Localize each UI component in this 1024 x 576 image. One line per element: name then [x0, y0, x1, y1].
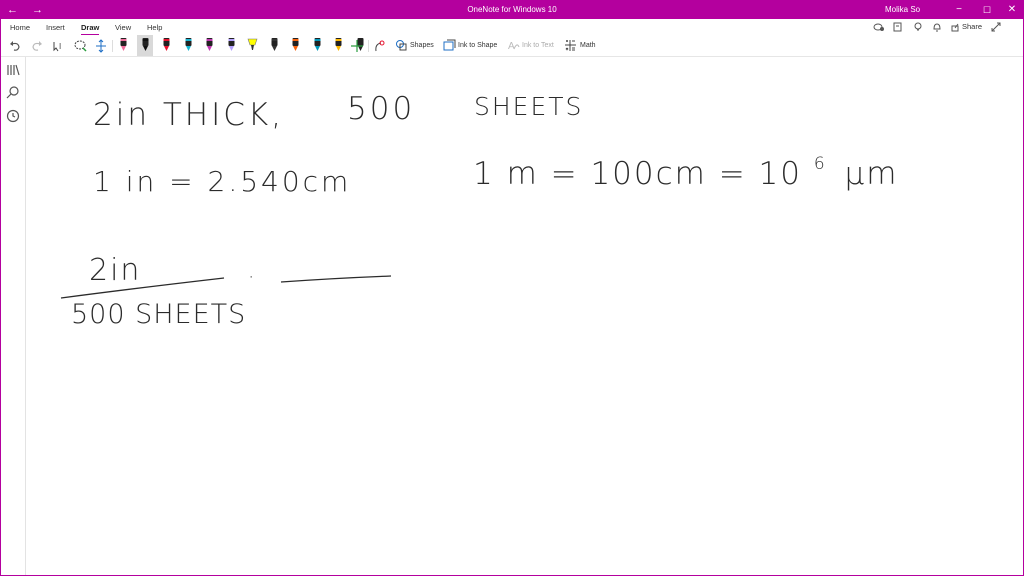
share-icon[interactable] — [951, 23, 960, 32]
eraser-pen-tool[interactable] — [115, 35, 131, 56]
ink-line1-left[interactable]: 2in THICK, — [93, 97, 284, 133]
tab-draw[interactable]: Draw — [81, 23, 99, 32]
redo-icon[interactable] — [31, 40, 43, 56]
cyan-pen-tool[interactable] — [180, 35, 196, 56]
shapes-button[interactable]: Shapes — [410, 38, 434, 54]
draw-ribbon: I Shapes Ink to Shape A Ink to Text — [1, 35, 1023, 57]
pen-icon — [333, 37, 344, 54]
shapes-icon[interactable] — [395, 39, 408, 55]
tab-insert[interactable]: Insert — [46, 23, 65, 32]
pen-icon — [118, 37, 129, 54]
navigation-rail — [1, 57, 26, 575]
pen-icon — [204, 37, 215, 54]
sync-status-icon[interactable] — [873, 22, 885, 32]
bell-icon[interactable] — [932, 22, 942, 32]
tab-view[interactable]: View — [115, 23, 131, 32]
lavender-pen-tool[interactable] — [223, 35, 239, 56]
ink-to-text-icon[interactable]: A — [507, 39, 520, 55]
red-pen-tool[interactable] — [158, 35, 174, 56]
add-pen-icon[interactable] — [350, 39, 364, 55]
pen-icon — [247, 37, 258, 54]
fullscreen-icon[interactable] — [991, 22, 1001, 32]
math-button[interactable]: Math — [580, 38, 596, 54]
ink-line2-left[interactable]: 1 in = 2.540cm — [93, 165, 351, 198]
undo-icon[interactable] — [9, 40, 21, 56]
menu-tabs: Home Insert Draw View Help — [1, 19, 1023, 35]
page-view-icon[interactable] — [893, 22, 903, 32]
lightbulb-icon[interactable] — [913, 22, 923, 32]
ink-line2-exponent: 6 — [814, 154, 827, 174]
pen-icon — [140, 37, 151, 54]
ink-dot[interactable]: · — [248, 265, 254, 289]
svg-text:A: A — [508, 41, 515, 52]
lasso-select-icon[interactable] — [74, 39, 88, 55]
pen-icon — [290, 37, 301, 54]
ink-layer[interactable]: 2in THICK, 500 SHEETS 1 in = 2.540cm 1 m… — [27, 58, 1023, 575]
maximize-button[interactable]: ☐ — [980, 3, 994, 17]
ribbon-separator — [112, 40, 113, 52]
pen-icon — [161, 37, 172, 54]
black-pen-tool[interactable] — [137, 35, 153, 56]
share-button[interactable]: Share — [962, 22, 982, 31]
user-name[interactable]: Molika So — [885, 5, 920, 14]
ink-fraction-numerator[interactable]: 2in — [89, 253, 141, 288]
pen-icon — [269, 37, 280, 54]
pen-icon — [312, 37, 323, 54]
ink-line2-right[interactable]: 1 m = 100cm = 10 6 μm — [473, 141, 898, 192]
title-bar: ← → OneNote for Windows 10 Molika So − ☐… — [1, 1, 1023, 19]
onenote-window: ← → OneNote for Windows 10 Molika So − ☐… — [0, 0, 1024, 576]
ink-blank-fraction-bar[interactable] — [281, 276, 391, 282]
minimize-button[interactable]: − — [952, 3, 966, 17]
ink-to-text-button[interactable]: Ink to Text — [522, 38, 554, 54]
magenta-pen-tool[interactable] — [201, 35, 217, 56]
ink-line2-right-a: 1 m = 100cm = 10 — [473, 156, 802, 192]
galaxy-pen-tool[interactable] — [266, 35, 282, 56]
ink-line1-right[interactable]: SHEETS — [474, 92, 583, 121]
tab-help[interactable]: Help — [147, 23, 162, 32]
search-icon[interactable] — [6, 86, 20, 100]
type-select-icon[interactable]: I — [52, 40, 66, 56]
add-space-icon[interactable] — [95, 39, 107, 55]
ruler-pen-icon[interactable] — [373, 39, 387, 55]
gold-pen-tool[interactable] — [330, 35, 346, 56]
ink-line2-right-b: μm — [845, 156, 899, 192]
tab-home[interactable]: Home — [10, 23, 30, 32]
ink-line1-mid[interactable]: 500 — [347, 91, 415, 127]
notebooks-icon[interactable] — [6, 63, 20, 77]
recent-notes-icon[interactable] — [6, 109, 20, 123]
page-canvas[interactable]: 2in THICK, 500 SHEETS 1 in = 2.540cm 1 m… — [27, 58, 1023, 575]
math-icon[interactable] — [564, 39, 577, 55]
yellow-highlighter-tool[interactable] — [244, 35, 260, 56]
ink-fraction-denominator[interactable]: 500 SHEETS — [71, 299, 246, 330]
close-button[interactable]: ✕ — [1005, 3, 1019, 17]
pen-icon — [226, 37, 237, 54]
ribbon-separator — [368, 40, 369, 52]
orange-pen-tool[interactable] — [287, 35, 303, 56]
window-title: OneNote for Windows 10 — [1, 5, 1023, 14]
svg-text:I: I — [59, 42, 61, 51]
ink-to-shape-button[interactable]: Ink to Shape — [458, 38, 497, 54]
pen-icon — [183, 37, 194, 54]
ink-fraction-bar[interactable] — [61, 278, 224, 298]
teal-pen-tool[interactable] — [309, 35, 325, 56]
ink-to-shape-icon[interactable] — [443, 39, 456, 55]
